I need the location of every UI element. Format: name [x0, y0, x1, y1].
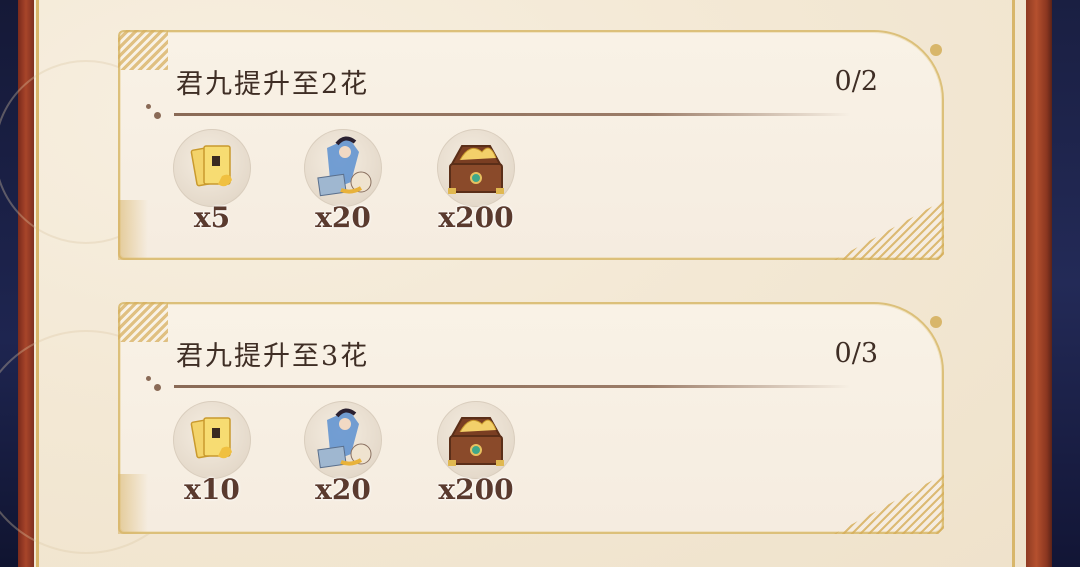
treasure-chest-icon	[437, 129, 515, 207]
reward-quantity: x10	[184, 473, 240, 506]
gold-corner-decoration	[118, 474, 148, 534]
reward-item[interactable]: x20	[303, 129, 383, 234]
gold-corner-decoration	[118, 200, 148, 260]
reward-quantity: x20	[315, 201, 371, 234]
golden-scroll-icon	[173, 129, 251, 207]
task-progress: 0/3	[834, 338, 878, 369]
divider-dot	[154, 112, 161, 119]
task-title: 君九提升至3花	[176, 341, 370, 372]
divider-dot	[154, 384, 161, 391]
divider	[174, 385, 850, 388]
reward-item[interactable]: x5	[172, 129, 252, 234]
reward-item[interactable]: x200	[436, 401, 516, 506]
golden-scroll-icon	[173, 401, 251, 479]
hero-figure-icon	[304, 401, 382, 479]
reward-item[interactable]: x200	[436, 129, 516, 234]
reward-quantity: x5	[193, 201, 231, 234]
treasure-chest-icon	[437, 401, 515, 479]
ornament-dot	[930, 316, 942, 328]
gold-corner-decoration	[118, 30, 168, 70]
gold-corner-decoration	[118, 302, 168, 342]
hero-figure-icon	[304, 129, 382, 207]
reward-quantity: x20	[315, 473, 371, 506]
background-right	[1050, 0, 1080, 567]
divider-dot	[146, 104, 151, 109]
panel-gold-edge-left	[36, 0, 39, 567]
reward-item[interactable]: x10	[172, 401, 252, 506]
gold-corner-decoration	[834, 200, 944, 260]
task-card: 君九提升至3花 0/3 x10 x20 x200	[118, 302, 944, 534]
gold-corner-decoration	[834, 474, 944, 534]
divider-dot	[146, 376, 151, 381]
reward-quantity: x200	[438, 473, 514, 506]
task-progress: 0/2	[834, 66, 878, 97]
frame-right-border	[1026, 0, 1052, 567]
reward-quantity: x200	[438, 201, 514, 234]
task-card: 君九提升至2花 0/2 x5 x20 x200	[118, 30, 944, 260]
reward-item[interactable]: x20	[303, 401, 383, 506]
divider	[174, 113, 850, 116]
panel-gold-edge-right	[1012, 0, 1015, 567]
task-title: 君九提升至2花	[176, 69, 370, 100]
ornament-dot	[930, 44, 942, 56]
